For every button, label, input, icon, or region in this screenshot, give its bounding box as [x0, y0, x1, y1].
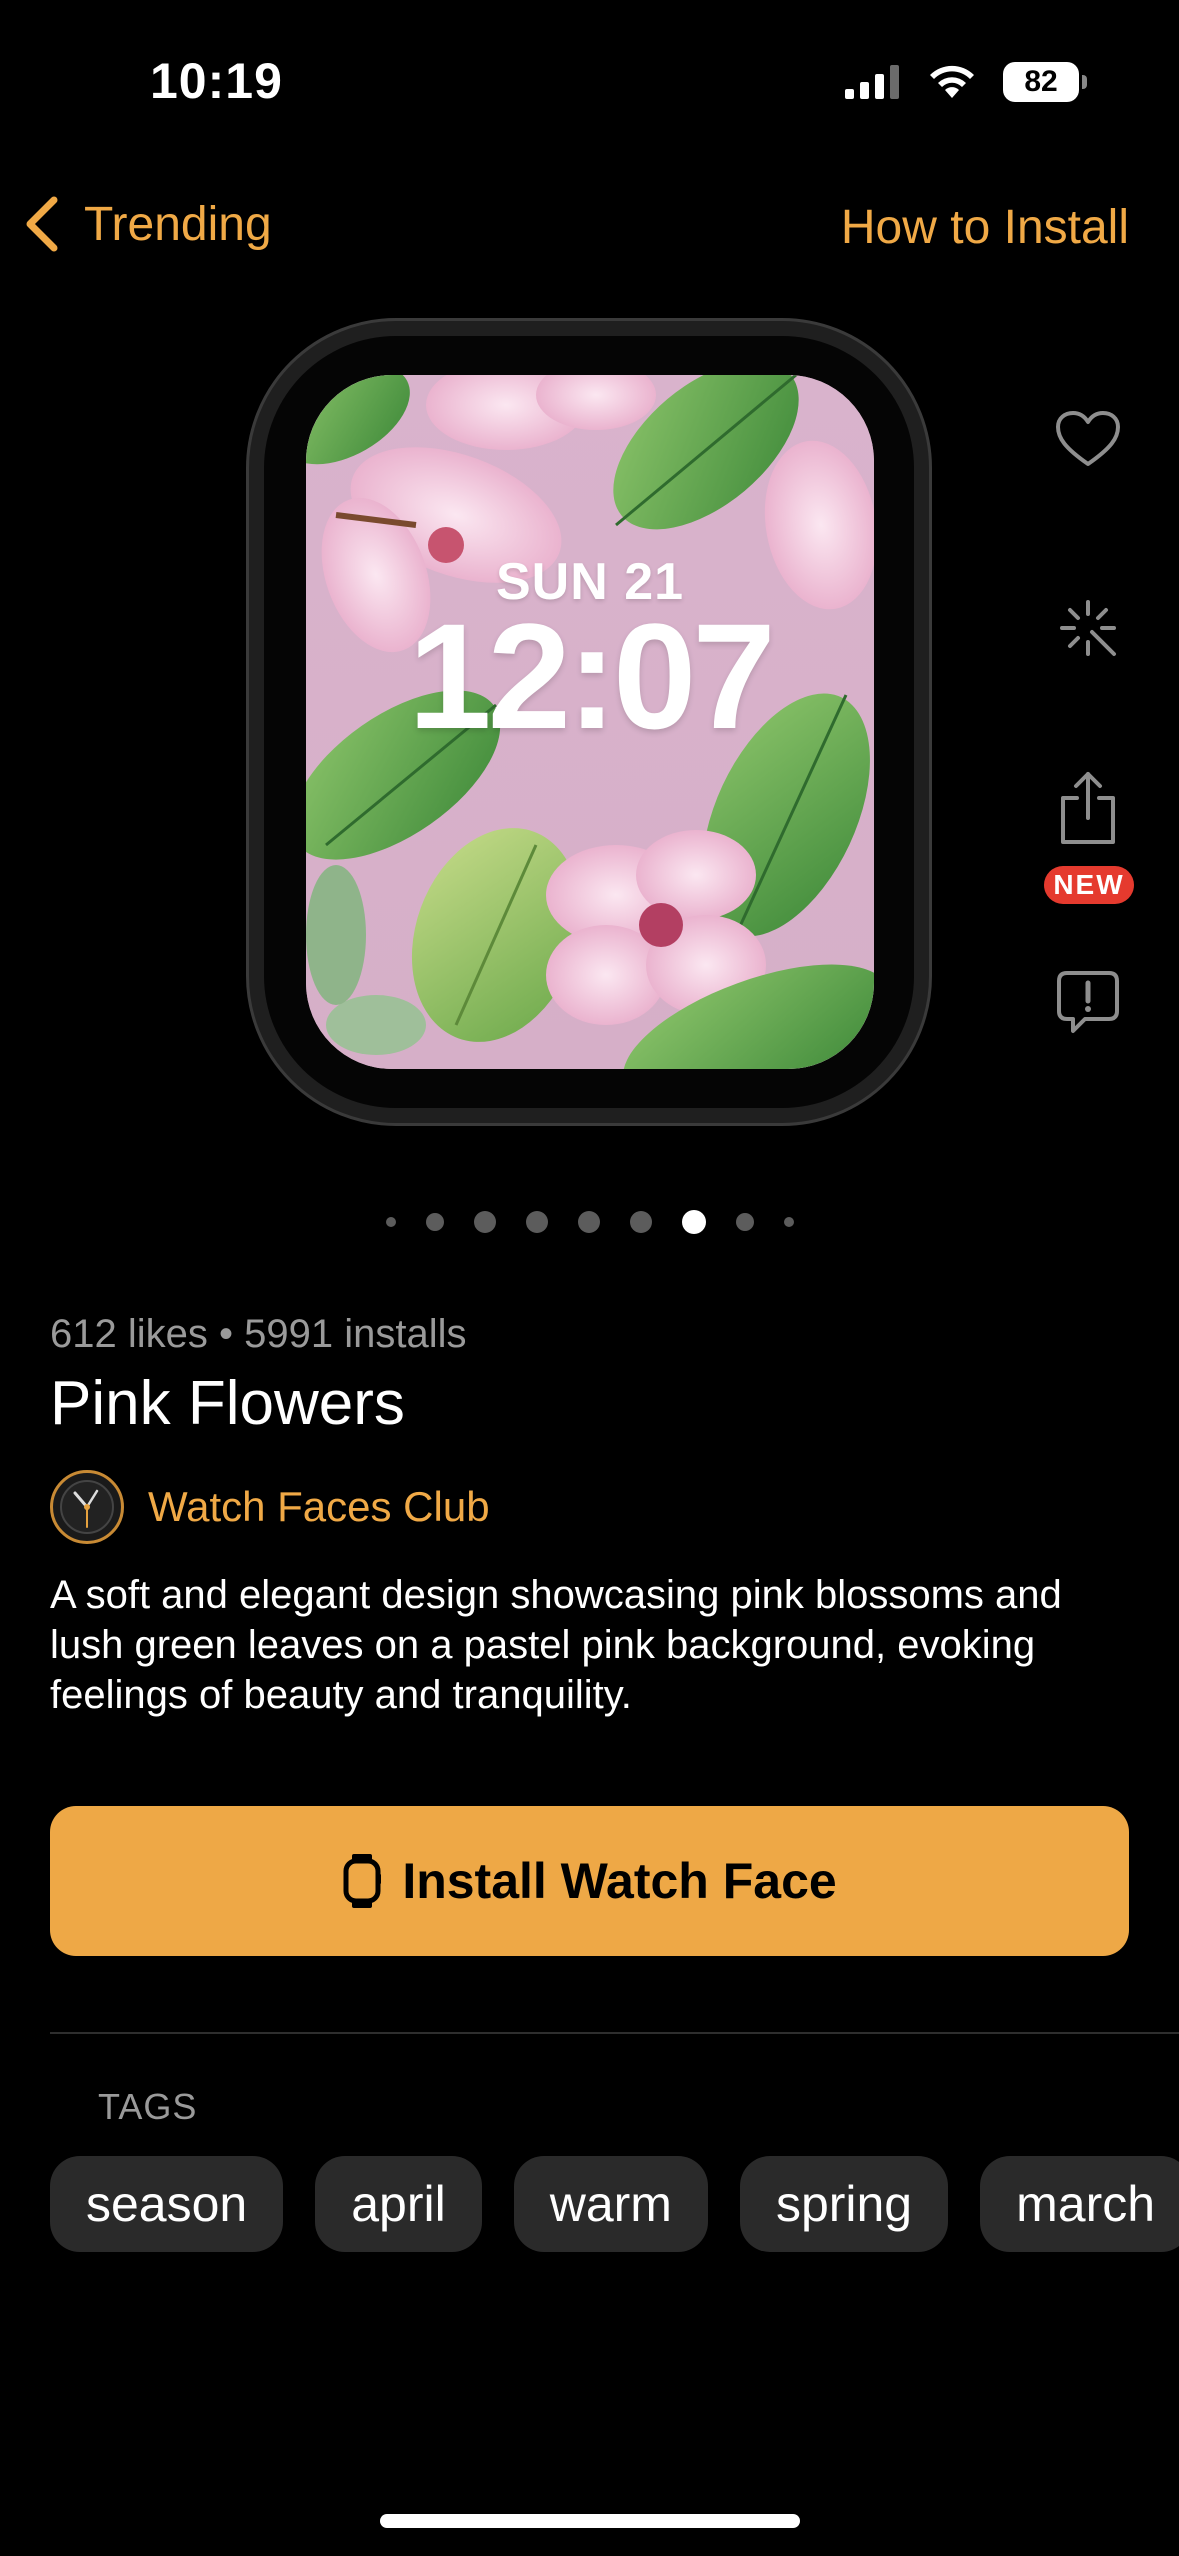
status-indicators: 82 [845, 62, 1087, 102]
report-button[interactable] [1048, 962, 1128, 1042]
wifi-icon [930, 65, 974, 98]
share-icon [1061, 772, 1115, 844]
battery-indicator: 82 [1003, 62, 1087, 102]
face-stats: 612 likes • 5991 installs [50, 1312, 467, 1356]
face-description: A soft and elegant design showcasing pin… [50, 1573, 1062, 1717]
home-indicator[interactable] [380, 2514, 800, 2528]
report-icon [1057, 971, 1119, 1033]
page-dot[interactable] [525, 1211, 548, 1233]
page-dot[interactable] [473, 1211, 496, 1233]
heart-icon [1056, 411, 1120, 466]
section-divider [50, 2032, 1179, 2034]
back-label: Trending [84, 197, 272, 251]
author-name: Watch Faces Club [148, 1483, 490, 1530]
page-indicator[interactable] [0, 1210, 1179, 1234]
page-dot[interactable] [735, 1213, 754, 1231]
page-dot[interactable] [783, 1217, 794, 1227]
page-dot-active[interactable] [681, 1210, 706, 1234]
clock-icon [60, 1480, 114, 1534]
tags-heading: TAGS [98, 2086, 198, 2127]
favorite-button[interactable] [1048, 399, 1128, 479]
tags-list[interactable]: season april warm spring march [50, 2156, 1179, 2252]
customize-button[interactable] [1048, 588, 1128, 668]
tag-warm[interactable]: warm [513, 2156, 708, 2252]
page-dot[interactable] [577, 1211, 600, 1233]
share-button[interactable] [1048, 768, 1128, 848]
page-dot[interactable] [629, 1211, 652, 1233]
chevron-left-icon [26, 196, 58, 252]
install-watch-face-button[interactable]: Install Watch Face [50, 1806, 1129, 1956]
how-to-install-link[interactable]: How to Install [841, 200, 1129, 255]
author-avatar [50, 1470, 124, 1544]
tag-season[interactable]: season [50, 2156, 284, 2252]
new-badge: NEW [1044, 866, 1134, 904]
back-button[interactable]: Trending [22, 194, 272, 254]
tag-spring[interactable]: spring [739, 2156, 949, 2252]
watch-icon [343, 1854, 382, 1908]
install-button-label: Install Watch Face [402, 1853, 837, 1909]
sparkle-icon [1060, 600, 1116, 656]
page-dot[interactable] [385, 1217, 396, 1227]
tag-april[interactable]: april [315, 2156, 482, 2252]
face-title: Pink Flowers [50, 1369, 405, 1438]
page-dot[interactable] [425, 1213, 444, 1231]
cellular-signal-icon [845, 65, 899, 99]
tag-march[interactable]: march [980, 2156, 1179, 2252]
watch-time: 12:07 [408, 592, 776, 760]
status-time: 10:19 [150, 53, 283, 109]
author-link[interactable]: Watch Faces Club [50, 1470, 490, 1544]
